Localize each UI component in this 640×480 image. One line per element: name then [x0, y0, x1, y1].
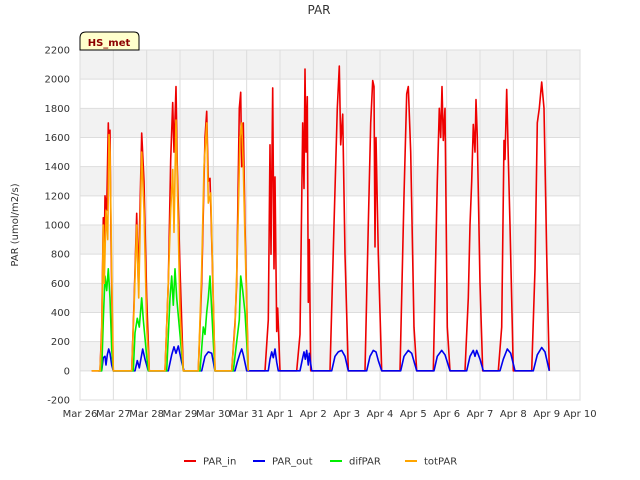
y-tick-label: 0	[64, 366, 70, 377]
x-tick-label: Apr 5	[400, 409, 427, 420]
par-chart: -200 0 200 400 600 800 1000 1200 1400 1600 1800 200…	[10, 3, 597, 468]
x-tick-label: Mar 29	[163, 409, 198, 420]
x-tick-label: Apr 6	[433, 409, 460, 420]
y-tick-label: 200	[51, 337, 70, 348]
grid-band	[80, 166, 580, 196]
legend-label: difPAR	[349, 457, 381, 468]
x-tick-labels: Mar 26Mar 27Mar 28Mar 29Mar 30Mar 31 Apr …	[63, 409, 597, 420]
x-tick-label: Mar 26	[63, 409, 98, 420]
x-tick-label: Apr 1	[267, 409, 294, 420]
x-tick-label: Mar 28	[129, 409, 164, 420]
y-tick-label: 400	[51, 308, 70, 319]
x-tick-label: Mar 30	[196, 409, 231, 420]
legend-label: PAR_out	[272, 457, 313, 468]
chart-title: PAR	[307, 3, 330, 17]
grid-band	[80, 283, 580, 313]
legend-label: PAR_in	[203, 457, 236, 468]
x-tick-label: Mar 31	[229, 409, 264, 420]
y-tick-label: 1000	[45, 221, 70, 232]
station-badge-text: HS_met	[88, 38, 131, 49]
y-tick-label: 1800	[45, 104, 70, 115]
x-tick-label: Apr 8	[500, 409, 527, 420]
y-tick-label: 1400	[45, 162, 70, 173]
y-tick-label: -200	[47, 396, 70, 407]
grid-band	[80, 225, 580, 255]
y-tick-label: 1200	[45, 191, 70, 202]
y-tick-label: 600	[51, 279, 70, 290]
y-tick-label: 800	[51, 250, 70, 261]
y-tick-label: 2000	[45, 75, 70, 86]
y-tick-labels: -200 0 200 400 600 800 1000 1200 1400 1600 1800 200…	[45, 46, 70, 407]
y-axis-title: PAR (umol/m2/s)	[10, 183, 21, 266]
y-tick-label: 1600	[45, 133, 70, 144]
station-badge: HS_met	[79, 31, 140, 51]
legend-label: totPAR	[424, 457, 457, 468]
x-tick-label: Mar 27	[96, 409, 131, 420]
x-tick-label: Apr 2	[300, 409, 327, 420]
legend: PAR_in PAR_out difPAR totPAR	[184, 457, 457, 468]
x-tick-label: Apr 9	[533, 409, 560, 420]
x-tick-label: Apr 3	[333, 409, 360, 420]
y-tick-label: 2200	[45, 46, 70, 57]
x-tick-label: Apr 7	[467, 409, 494, 420]
x-tick-label: Apr 10	[563, 409, 596, 420]
x-tick-label: Apr 4	[367, 409, 394, 420]
grid-band	[80, 50, 580, 80]
